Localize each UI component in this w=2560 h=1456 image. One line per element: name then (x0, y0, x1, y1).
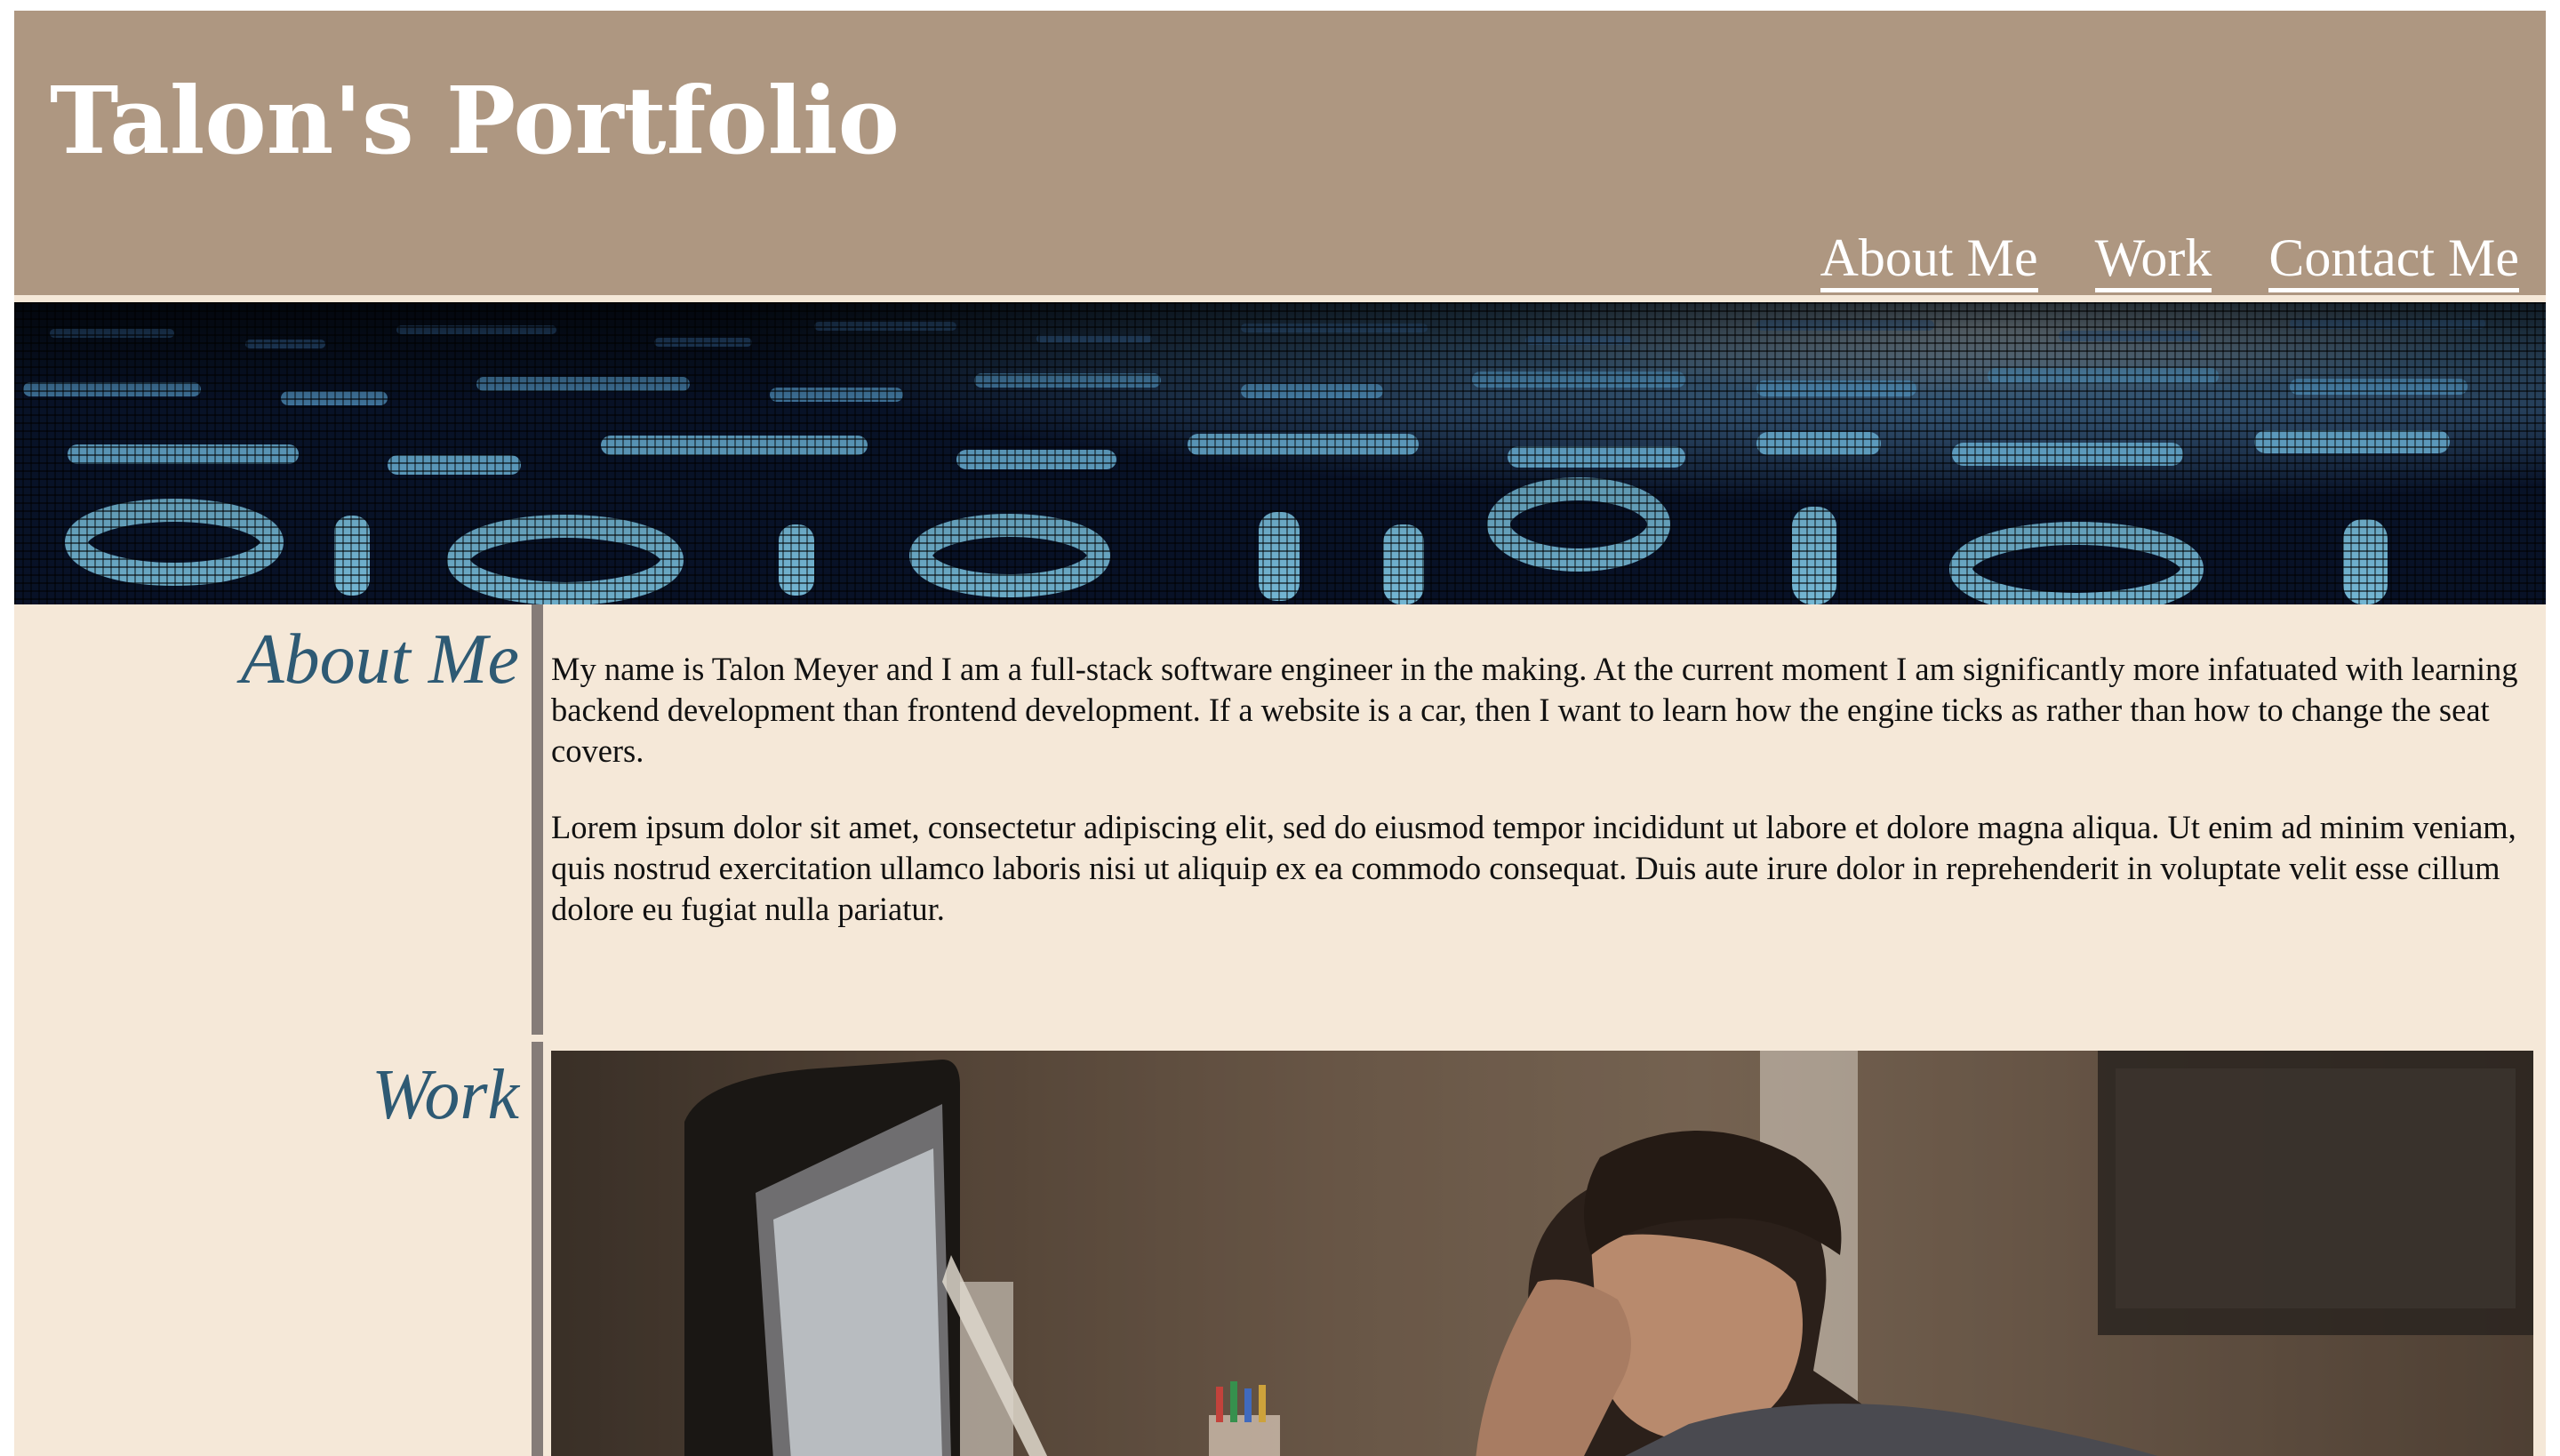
about-paragraph-1: My name is Talon Meyer and I am a full-s… (551, 651, 2518, 769)
about-divider (532, 604, 543, 1035)
hero-banner-image (14, 302, 2546, 604)
nav-link-about-me[interactable]: About Me (1820, 231, 2038, 292)
work-heading: Work (372, 1056, 519, 1134)
about-heading: About Me (240, 620, 519, 699)
main-nav: About Me Work Contact Me (1820, 231, 2519, 292)
nav-link-contact-me[interactable]: Contact Me (2268, 231, 2519, 292)
site-header: Talon's Portfolio About Me Work Contact … (14, 11, 2546, 295)
page: Talon's Portfolio About Me Work Contact … (14, 11, 2546, 1456)
nav-link-work[interactable]: Work (2094, 231, 2212, 292)
hero-grid (14, 302, 2546, 604)
site-title: Talon's Portfolio (50, 66, 900, 175)
about-text: My name is Talon Meyer and I am a full-s… (551, 649, 2533, 930)
work-divider (532, 1042, 543, 1456)
about-paragraph-2: Lorem ipsum dolor sit amet, consectetur … (551, 809, 2516, 927)
work-image (551, 1051, 2533, 1456)
person-at-computer-photo (551, 1051, 2533, 1456)
